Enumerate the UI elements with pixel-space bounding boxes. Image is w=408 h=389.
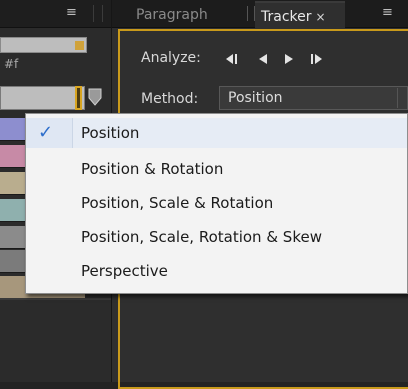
layer-bar-marker	[75, 41, 84, 50]
menu-item-label: Position, Scale & Rotation	[81, 194, 274, 212]
tab-tracker[interactable]: Tracker ×	[255, 1, 345, 28]
tab-grip-icon[interactable]	[247, 6, 255, 21]
method-label: Method:	[141, 91, 199, 107]
analyze-forward-one-frame-button[interactable]	[303, 49, 327, 69]
layer-handle[interactable]	[75, 86, 82, 110]
panel-menu-icon[interactable]: ≡	[382, 6, 393, 20]
menu-item-perspective[interactable]: Perspective	[26, 256, 407, 286]
method-dropdown-menu: ✓ Position Position & Rotation Position,…	[25, 113, 408, 294]
dropdown-divider	[397, 88, 398, 108]
hash-text: #f	[4, 57, 19, 71]
menu-item-position-rotation[interactable]: Position & Rotation	[26, 154, 407, 184]
layer-bar[interactable]	[0, 37, 87, 53]
divider	[0, 298, 111, 300]
analyze-backward-button[interactable]	[251, 49, 275, 69]
panel-grip-icon[interactable]	[93, 5, 103, 22]
analyze-backward-one-frame-button[interactable]	[222, 49, 246, 69]
menu-item-label: Perspective	[81, 262, 168, 280]
close-icon[interactable]: ×	[316, 10, 326, 24]
shield-icon[interactable]	[88, 88, 102, 106]
play-backward-icon	[259, 54, 267, 64]
menu-item-position-scale-rotation-skew[interactable]: Position, Scale, Rotation & Skew	[26, 222, 407, 252]
tab-paragraph[interactable]: Paragraph	[124, 0, 242, 27]
menu-item-label: Position & Rotation	[81, 160, 224, 178]
menu-item-label: Position	[81, 124, 140, 142]
selected-layer-bar[interactable]	[0, 86, 85, 110]
menu-item-position[interactable]: ✓ Position	[26, 118, 407, 148]
step-forward-icon	[311, 54, 322, 64]
checkmark-icon: ✓	[38, 122, 54, 143]
panel-menu-icon[interactable]: ≡	[66, 6, 77, 20]
method-dropdown[interactable]: Position	[219, 86, 408, 110]
play-forward-icon	[285, 54, 293, 64]
menu-item-label: Position, Scale, Rotation & Skew	[81, 228, 322, 246]
step-backward-icon	[226, 54, 237, 64]
analyze-forward-button[interactable]	[277, 49, 301, 69]
menu-item-position-scale-rotation[interactable]: Position, Scale & Rotation	[26, 188, 407, 218]
analyze-label: Analyze:	[141, 50, 201, 66]
tab-tracker-label: Tracker	[261, 9, 312, 25]
